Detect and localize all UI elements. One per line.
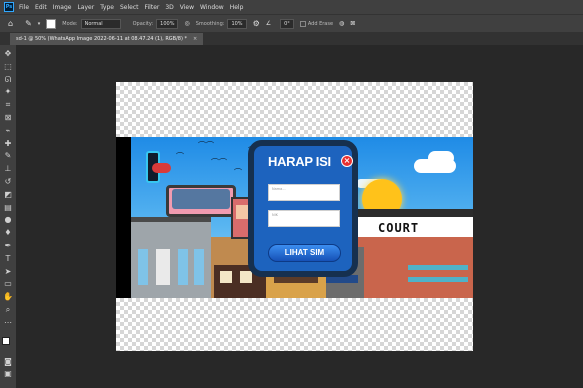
dodge-tool-icon[interactable]: ♦ [2, 227, 14, 239]
angle-control: 0° [277, 18, 294, 29]
history-brush-tool-icon[interactable]: ↺ [2, 176, 14, 188]
frame-tool-icon[interactable]: ⊠ [2, 112, 14, 124]
marquee-tool-icon[interactable]: ⬚ [2, 61, 14, 73]
opacity-field[interactable]: 100% [156, 18, 179, 29]
move-tool-icon[interactable]: ✥ [2, 48, 14, 60]
zoom-tool-icon[interactable]: ⌕ [2, 304, 14, 316]
brush-preset-icon[interactable]: ✎ [25, 19, 32, 28]
gear-icon[interactable]: ⚙ [253, 19, 260, 28]
menu-3d[interactable]: 3D [165, 4, 173, 11]
building-window [274, 277, 318, 283]
smoothing-field[interactable]: 10% [227, 18, 247, 29]
brush-panel-toggle[interactable] [46, 18, 57, 29]
gradient-tool-icon[interactable]: ▤ [2, 202, 14, 214]
building-window [138, 249, 148, 285]
name-input[interactable]: Nama... [268, 184, 340, 201]
bird-icon: ⌒ [234, 168, 242, 177]
menu-filter[interactable]: Filter [145, 4, 160, 11]
magic-wand-tool-icon[interactable]: ✦ [2, 86, 14, 98]
view-sim-button[interactable]: LIHAT SIM [268, 244, 341, 262]
smoothing-label: Smoothing: [195, 20, 225, 27]
healing-brush-tool-icon[interactable]: ✚ [2, 138, 14, 150]
photoshop-logo-icon: Ps [4, 2, 14, 12]
close-icon[interactable]: × [341, 155, 353, 167]
tools-panel: ✥ ⬚ ᘏ ✦ ⌗ ⊠ ⌁ ✚ ✎ ⊥ ↺ ◩ ▤ ● ♦ ✒ T ➤ ▭ ✋ … [0, 45, 16, 388]
mode-select[interactable]: Normal [80, 18, 121, 29]
menu-bar: Ps File Edit Image Layer Type Select Fil… [0, 0, 583, 14]
pen-tool-icon[interactable]: ✒ [2, 240, 14, 252]
angle-icon: ∠ [265, 20, 272, 27]
bird-icon: ⌒ [176, 152, 184, 161]
popup-title: HARAP ISI [268, 154, 331, 169]
building-window [240, 271, 252, 283]
type-tool-icon[interactable]: T [2, 253, 14, 265]
building-window [194, 249, 204, 285]
building-window [178, 249, 188, 285]
add-erase-label: Add Erase [307, 20, 334, 27]
add-erase-checkbox[interactable] [299, 20, 306, 27]
quick-mask-icon[interactable]: ◙ [2, 356, 14, 368]
bird-icon: ⌒⌒ [211, 158, 227, 167]
document-workspace[interactable]: ⌒⌒ ⌒ ⌒⌒ ⌒⌒⌒ ⌒ COURT [16, 45, 583, 388]
document-tab-title: sd-1 @ 50% (WhatsApp Image 2022-06-11 at… [16, 36, 188, 42]
menu-image[interactable]: Image [53, 4, 72, 11]
pressure-size-icon[interactable]: ◍ [339, 20, 344, 27]
blur-tool-icon[interactable]: ● [2, 214, 14, 226]
hand-tool-icon[interactable]: ✋ [2, 291, 14, 303]
menu-layer[interactable]: Layer [77, 4, 94, 11]
building-window [408, 265, 468, 270]
billboard-screen [172, 189, 230, 209]
foreground-color-swatch[interactable] [2, 336, 10, 345]
menu-window[interactable]: Window [200, 4, 224, 11]
menu-file[interactable]: File [19, 4, 29, 11]
document-tab-bar: sd-1 @ 50% (WhatsApp Image 2022-06-11 at… [0, 32, 583, 45]
bird-icon: ⌒⌒ [198, 141, 214, 150]
nik-input[interactable]: NIK [268, 210, 340, 227]
options-bar: ⌂ ✎ ▾ Mode: Normal Opacity: 100% ◎ Smoot… [0, 14, 583, 32]
brush-tool-icon[interactable]: ✎ [2, 150, 14, 162]
login-popup: HARAP ISI × Nama... NIK LIHAT SIM [248, 140, 358, 277]
chevron-down-icon[interactable]: ▾ [38, 21, 41, 27]
angle-field[interactable]: 0° [280, 18, 294, 29]
path-selection-tool-icon[interactable]: ➤ [2, 266, 14, 278]
symmetry-icon[interactable]: ⊠ [350, 20, 355, 27]
building-window [220, 271, 232, 283]
more-tools-icon[interactable]: ⋯ [2, 317, 14, 329]
menu-type[interactable]: Type [100, 4, 114, 11]
smoothing-control: Smoothing: 10% [195, 18, 247, 29]
mode-control: Mode: Normal [62, 18, 121, 29]
opacity-control: Opacity: 100% [132, 18, 179, 29]
eyedropper-tool-icon[interactable]: ⌁ [2, 125, 14, 137]
gamepad-illustration [152, 163, 171, 173]
rectangle-tool-icon[interactable]: ▭ [2, 278, 14, 290]
lasso-tool-icon[interactable]: ᘏ [2, 74, 14, 86]
menu-view[interactable]: View [180, 4, 194, 11]
eraser-tool-icon[interactable]: ◩ [2, 189, 14, 201]
crop-tool-icon[interactable]: ⌗ [2, 99, 14, 111]
home-icon[interactable]: ⌂ [8, 19, 13, 28]
clone-stamp-tool-icon[interactable]: ⊥ [2, 163, 14, 175]
close-icon[interactable]: × [193, 36, 197, 42]
building-window [408, 277, 468, 282]
building-window [156, 249, 170, 285]
artwork-black-strip [116, 137, 131, 298]
screen-mode-icon[interactable]: ▣ [2, 368, 14, 380]
mode-label: Mode: [62, 20, 78, 27]
opacity-label: Opacity: [132, 20, 154, 27]
court-sign: COURT [378, 221, 420, 235]
color-swatches[interactable] [1, 336, 15, 352]
add-erase-control[interactable]: Add Erase [299, 20, 334, 27]
menu-edit[interactable]: Edit [35, 4, 47, 11]
menu-help[interactable]: Help [230, 4, 244, 11]
pressure-opacity-icon[interactable]: ◎ [184, 20, 189, 27]
menu-select[interactable]: Select [120, 4, 139, 11]
document-tab[interactable]: sd-1 @ 50% (WhatsApp Image 2022-06-11 at… [10, 33, 204, 45]
cloud-shape [428, 151, 454, 165]
